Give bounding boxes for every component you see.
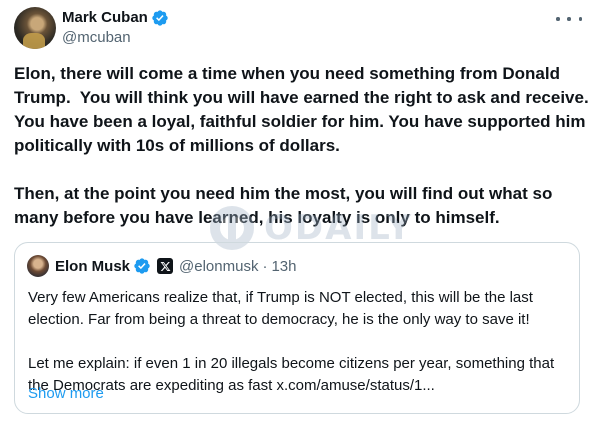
- author-handle[interactable]: @mcuban: [62, 28, 131, 48]
- quoted-avatar[interactable]: [27, 255, 49, 277]
- quoted-tweet-text: Very few Americans realize that, if Trum…: [28, 289, 555, 394]
- avatar[interactable]: [14, 7, 56, 49]
- more-horizontal-icon[interactable]: [556, 10, 582, 28]
- verified-badge-icon: [152, 10, 168, 26]
- quoted-separator: ·: [262, 257, 268, 275]
- author-display-name[interactable]: Mark Cuban: [62, 8, 148, 28]
- quoted-tweet-header: Elon Musk @elonmusk · 13h: [27, 255, 296, 277]
- more-dot: [578, 17, 582, 21]
- x-logo-glyph: [160, 261, 170, 271]
- show-more-link[interactable]: Show more: [28, 383, 104, 405]
- more-dot: [556, 17, 560, 21]
- tweet-header: Mark Cuban @mcuban: [14, 6, 586, 52]
- quoted-tweet[interactable]: Elon Musk @elonmusk · 13h Very few Ameri…: [14, 242, 580, 414]
- more-dot: [567, 17, 571, 21]
- author-name-row: Mark Cuban: [62, 8, 169, 28]
- quoted-handle[interactable]: @elonmusk: [179, 258, 258, 275]
- quoted-timestamp[interactable]: 13h: [271, 258, 296, 275]
- tweet-text: Elon, there will come a time when you ne…: [14, 64, 589, 227]
- verified-badge-icon: [134, 258, 150, 274]
- quoted-display-name[interactable]: Elon Musk: [55, 258, 130, 275]
- x-logo-icon[interactable]: [157, 258, 174, 274]
